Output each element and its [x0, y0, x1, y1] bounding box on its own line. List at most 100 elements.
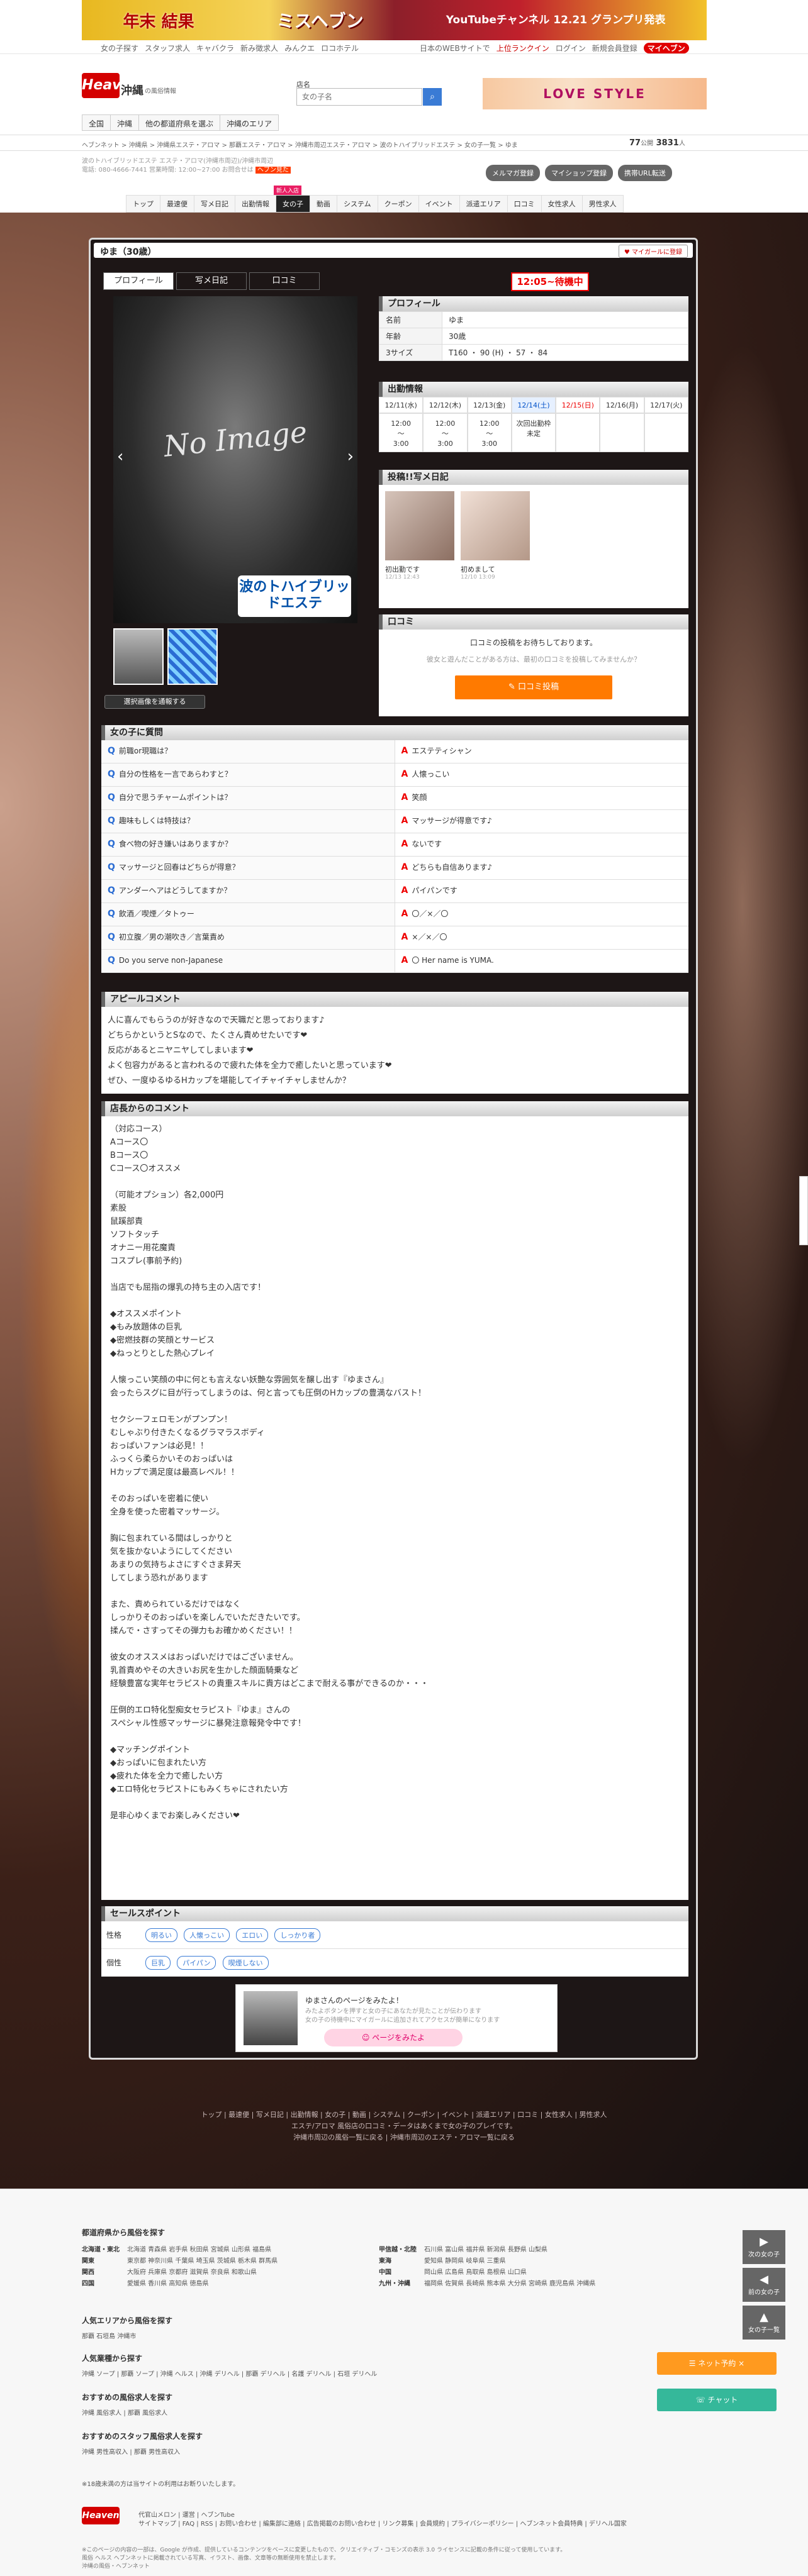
profile-key: 名前 [379, 311, 442, 328]
tab-review[interactable]: 口コミ [249, 272, 320, 290]
shop-tab-fast[interactable]: 最速便 [160, 195, 194, 213]
profile-key: 年齢 [379, 328, 442, 345]
girl-list-button[interactable]: ▲ 女の子一覧 [743, 2306, 785, 2340]
diary-item[interactable]: 初めまして 12/10 13:09 [461, 491, 530, 580]
region-links[interactable]: 石川県 富山県 福井県 新潟県 長野県 山梨県 [424, 2244, 547, 2253]
top-banner[interactable]: 年末 結果 ミスヘブン YouTubeチャンネル 12.21 グランプリ発表 [0, 0, 808, 40]
next-photo-icon[interactable]: › [347, 447, 354, 466]
footer-section-heading: 人気業種から探す [82, 2354, 143, 2363]
shop-meta-line2: 電話: 080-4666-7441 営業時間: 12:00~27:00 お問合せ… [82, 167, 254, 174]
manager-text: （対応コース） Aコース〇 Bコース〇 Cコース〇オススメ （可能オプション）各… [110, 1124, 429, 1821]
region-links[interactable]: 愛知県 静岡県 岐阜県 三重県 [424, 2255, 506, 2265]
site-logo[interactable]: Heaven [82, 73, 140, 98]
q-mark: Q [108, 746, 115, 756]
top-nav-link[interactable]: スタッフ求人 [145, 43, 190, 53]
sales-point-box: セールスポイント 性格 明るい 人懐っこい エロい しっかり者 個性 巨乳 パイ… [101, 1906, 688, 1977]
shop-tab-schedule[interactable]: 出勤情報 [235, 195, 276, 213]
area-tab[interactable]: 沖縄 [110, 114, 140, 131]
profile-value: 30歳 [442, 328, 688, 345]
region-links[interactable]: 北海道 青森県 岩手県 秋田県 宮城県 山形県 福島県 [127, 2244, 379, 2253]
breadcrumb-row: ヘブンネット > 沖縄県 > 沖縄県エステ・アロマ > 那覇エステ・アロマ > … [0, 135, 808, 151]
new-tag: 新人入店 [274, 186, 302, 195]
diary-caption: 初めまして [461, 565, 495, 574]
top-nav-link[interactable]: 女の子探す [101, 43, 138, 53]
footer-section-links[interactable]: 那覇 石垣島 沖縄市 [82, 2331, 172, 2340]
photo-brand-logo: 波のトハイブリッドエステ [238, 575, 351, 617]
footer-section-links[interactable]: 沖縄 ソープ | 那覇 ソープ | 沖縄 ヘルス | 沖縄 デリヘル | 那覇 … [82, 2368, 377, 2378]
shop-tab-girls-label: 女の子 [283, 200, 303, 208]
schedule-heading: 出勤情報 [379, 382, 688, 397]
shop-tab-area[interactable]: 派遣エリア [459, 195, 508, 213]
side-banner[interactable]: LOVE STYLE [483, 78, 707, 109]
a-mark: A [401, 955, 408, 965]
a-mark: A [401, 862, 408, 872]
chat-button[interactable]: ☏ チャット [657, 2389, 777, 2411]
region-links[interactable]: 福岡県 佐賀県 長崎県 熊本県 大分県 宮崎県 鹿児島県 沖縄県 [424, 2278, 595, 2287]
region-key: 中国 [379, 2268, 391, 2276]
region-links[interactable]: 東京都 神奈川県 千葉県 埼玉県 茨城県 栃木県 群馬県 [127, 2255, 379, 2265]
shop-tab-coupon[interactable]: クーポン [377, 195, 419, 213]
next-girl-button[interactable]: ▶ 次の女の子 [743, 2230, 785, 2264]
breadcrumb[interactable]: ヘブンネット > 沖縄県 > 沖縄県エステ・アロマ > 那覇エステ・アロマ > … [82, 140, 518, 149]
shop-tab-top[interactable]: トップ [126, 195, 160, 213]
shop-tab-male-job[interactable]: 男性求人 [581, 195, 624, 213]
mailmag-button[interactable]: メルマガ登録 [486, 165, 540, 181]
diary-item[interactable]: 初出勤です 12/13 12:43 [385, 491, 454, 580]
panel-footer-back[interactable]: 沖縄市周辺の風俗一覧に戻る | 沖縄市周辺のエステ・アロマ一覧に戻る [0, 2132, 808, 2143]
age-note: ※18歳未満の方は当サイトの利用はお断りいたします。 [82, 2481, 240, 2488]
q-mark: Q [108, 955, 115, 965]
footer-links[interactable]: 代官山メロン | 運営 | ヘブンTube サイトマップ | FAQ | RSS… [138, 2511, 705, 2529]
sales-key: 個性 [106, 1958, 122, 1967]
profile-row: 年齢 30歳 [379, 328, 688, 345]
footer-section-heading: 人気エリアから風俗を探す [82, 2316, 173, 2325]
banner-image[interactable]: 年末 結果 ミスヘブン YouTubeチャンネル 12.21 グランプリ発表 [82, 0, 707, 40]
prev-photo-icon[interactable]: ‹ [117, 447, 123, 466]
login-link[interactable]: ログイン [556, 43, 586, 53]
footer-section-links[interactable]: 沖縄 風俗求人 | 那覇 風俗求人 [82, 2407, 172, 2417]
my-girl-button[interactable]: ♥ マイガールに登録 [618, 245, 688, 258]
report-image-button[interactable]: 選択画像を通報する [104, 695, 205, 709]
schedule-values: 12:00 〜 3:00 12:00 〜 3:00 12:00 〜 3:00 次… [379, 413, 688, 452]
top-nav-link[interactable]: みんクエ [284, 43, 315, 53]
see-me-button[interactable]: ☺ ページをみたよ [324, 2029, 463, 2046]
shop-tab-diary[interactable]: 写メ日記 [194, 195, 235, 213]
footer-logo[interactable]: Heaven [82, 2507, 120, 2524]
shop-tab-female-job[interactable]: 女性求人 [541, 195, 583, 213]
myheaven-link[interactable]: マイヘブン [643, 43, 689, 53]
review-post-button[interactable]: ✎ 口コミ投稿 [455, 675, 612, 699]
photo-thumbnail[interactable] [167, 628, 218, 685]
region-links[interactable]: 愛媛県 香川県 高知県 徳島県 [127, 2278, 379, 2287]
area-tab[interactable]: 他の都道府県を選ぶ [138, 114, 221, 131]
panel-footer-links[interactable]: トップ | 最速便 | 写メ日記 | 出勤情報 | 女の子 | 動画 | システ… [0, 2109, 808, 2121]
search-input[interactable] [297, 89, 422, 105]
top-nav-link[interactable]: 新み徴求人 [240, 43, 278, 53]
net-reserve-button[interactable]: ☰ ネット予約 × [657, 2352, 777, 2375]
tab-profile[interactable]: プロフィール [103, 272, 174, 290]
shop-tab-girls[interactable]: 新人入店女の子 [274, 186, 310, 213]
qa-row: Q 自分で思うチャームポイントは？ A 笑顔 [101, 787, 688, 810]
top-nav-link[interactable]: キャバクラ [196, 43, 234, 53]
mobile-url-button[interactable]: 携帯URL転送 [618, 165, 672, 181]
side-mini-widget[interactable] [799, 1176, 808, 1245]
myshop-button[interactable]: マイショップ登録 [545, 165, 613, 181]
qa-answer: ×／×／〇 [412, 933, 447, 941]
area-tab[interactable]: 沖縄のエリア [220, 114, 279, 131]
region-links[interactable]: 岡山県 広島県 鳥取県 島根県 山口県 [424, 2267, 527, 2276]
prev-girl-button[interactable]: ◀ 前の女の子 [743, 2268, 785, 2302]
shop-tab-video[interactable]: 動画 [310, 195, 337, 213]
area-tab[interactable]: 全国 [82, 114, 111, 131]
search-button[interactable]: ⌕ [423, 88, 442, 106]
tab-diary[interactable]: 写メ日記 [176, 272, 247, 290]
register-link[interactable]: 新規会員登録 [592, 43, 637, 53]
q-mark: Q [108, 769, 115, 779]
footer-section-links[interactable]: 沖縄 男性高収入 | 那覇 男性高収入 [82, 2446, 203, 2456]
top-nav-link[interactable]: ロコホテル [321, 43, 359, 53]
shop-buttons: メルマガ登録 マイショップ登録 携帯URL転送 [486, 165, 672, 181]
shop-tab-review[interactable]: 口コミ [507, 195, 542, 213]
qa-question: 初立腹／男の潮吹き／言葉責め [118, 933, 225, 941]
main-photo[interactable]: No Image 波のトハイブリッドエステ ‹ › [113, 296, 357, 623]
photo-thumbnail[interactable] [113, 628, 164, 685]
region-links[interactable]: 大阪府 兵庫県 京都府 滋賀県 奈良県 和歌山県 [127, 2267, 379, 2276]
shop-tab-event[interactable]: イベント [418, 195, 460, 213]
shop-tab-system[interactable]: システム [337, 195, 378, 213]
